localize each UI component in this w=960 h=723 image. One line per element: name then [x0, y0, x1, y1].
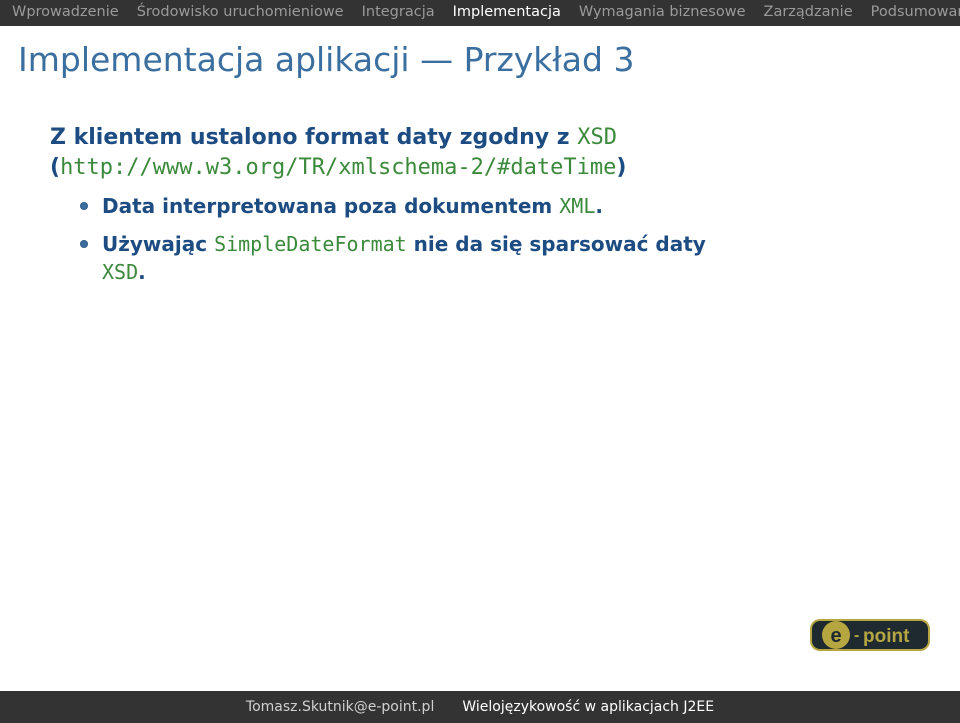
bullet-text-mid: nie da się sparsować daty — [407, 232, 706, 256]
slide-title: Implementacja aplikacji — Przykład 3 — [0, 26, 960, 103]
logo-prefix: e — [830, 625, 841, 647]
list-item: Używając SimpleDateFormat nie da się spa… — [80, 230, 920, 286]
nav-item-srodowisko[interactable]: Środowisko uruchomieniowe — [137, 4, 344, 20]
footer: Tomasz.Skutnik@e-point.pl Wielojęzykowoś… — [0, 691, 960, 723]
bullet-code: SimpleDateFormat — [214, 232, 407, 256]
lead-paragraph: Z klientem ustalono format daty zgodny z… — [50, 123, 920, 182]
bullet-text: Data interpretowana poza dokumentem — [102, 194, 559, 218]
slide-body: Z klientem ustalono format daty zgodny z… — [0, 103, 960, 286]
epoint-logo: e - point — [810, 613, 930, 657]
nav-item-implementacja[interactable]: Implementacja — [453, 4, 561, 20]
rparen: ) — [616, 155, 626, 180]
footer-title: Wielojęzykowość w aplikacjach J2EE — [462, 699, 714, 715]
lead-text: Z klientem ustalono format daty zgodny z — [50, 125, 577, 150]
lead-xsd: XSD — [577, 125, 617, 150]
xsd-url: http://www.w3.org/TR/xmlschema-2/#dateTi… — [60, 155, 616, 180]
logo-dash: - — [854, 627, 859, 644]
footer-author: Tomasz.Skutnik@e-point.pl — [246, 699, 434, 715]
section-nav: Wprowadzenie Środowisko uruchomieniowe I… — [0, 0, 960, 26]
nav-item-integracja[interactable]: Integracja — [362, 4, 435, 20]
logo-word: point — [863, 626, 910, 647]
nav-item-zarzadzanie[interactable]: Zarządzanie — [764, 4, 853, 20]
bullet-code-2: XSD — [102, 260, 138, 284]
nav-item-wymagania[interactable]: Wymagania biznesowe — [579, 4, 746, 20]
bullet-text: Używając — [102, 232, 214, 256]
nav-item-podsumowanie[interactable]: Podsumowanie — [871, 4, 960, 20]
lparen: ( — [50, 155, 60, 180]
nav-item-wprowadzenie[interactable]: Wprowadzenie — [12, 4, 119, 20]
bullet-text-post: . — [595, 194, 603, 218]
bullet-text-post2: . — [138, 260, 146, 284]
bullet-list: Data interpretowana poza dokumentem XML.… — [50, 192, 920, 286]
bullet-code: XML — [559, 194, 595, 218]
list-item: Data interpretowana poza dokumentem XML. — [80, 192, 920, 220]
slide: Wprowadzenie Środowisko uruchomieniowe I… — [0, 0, 960, 723]
